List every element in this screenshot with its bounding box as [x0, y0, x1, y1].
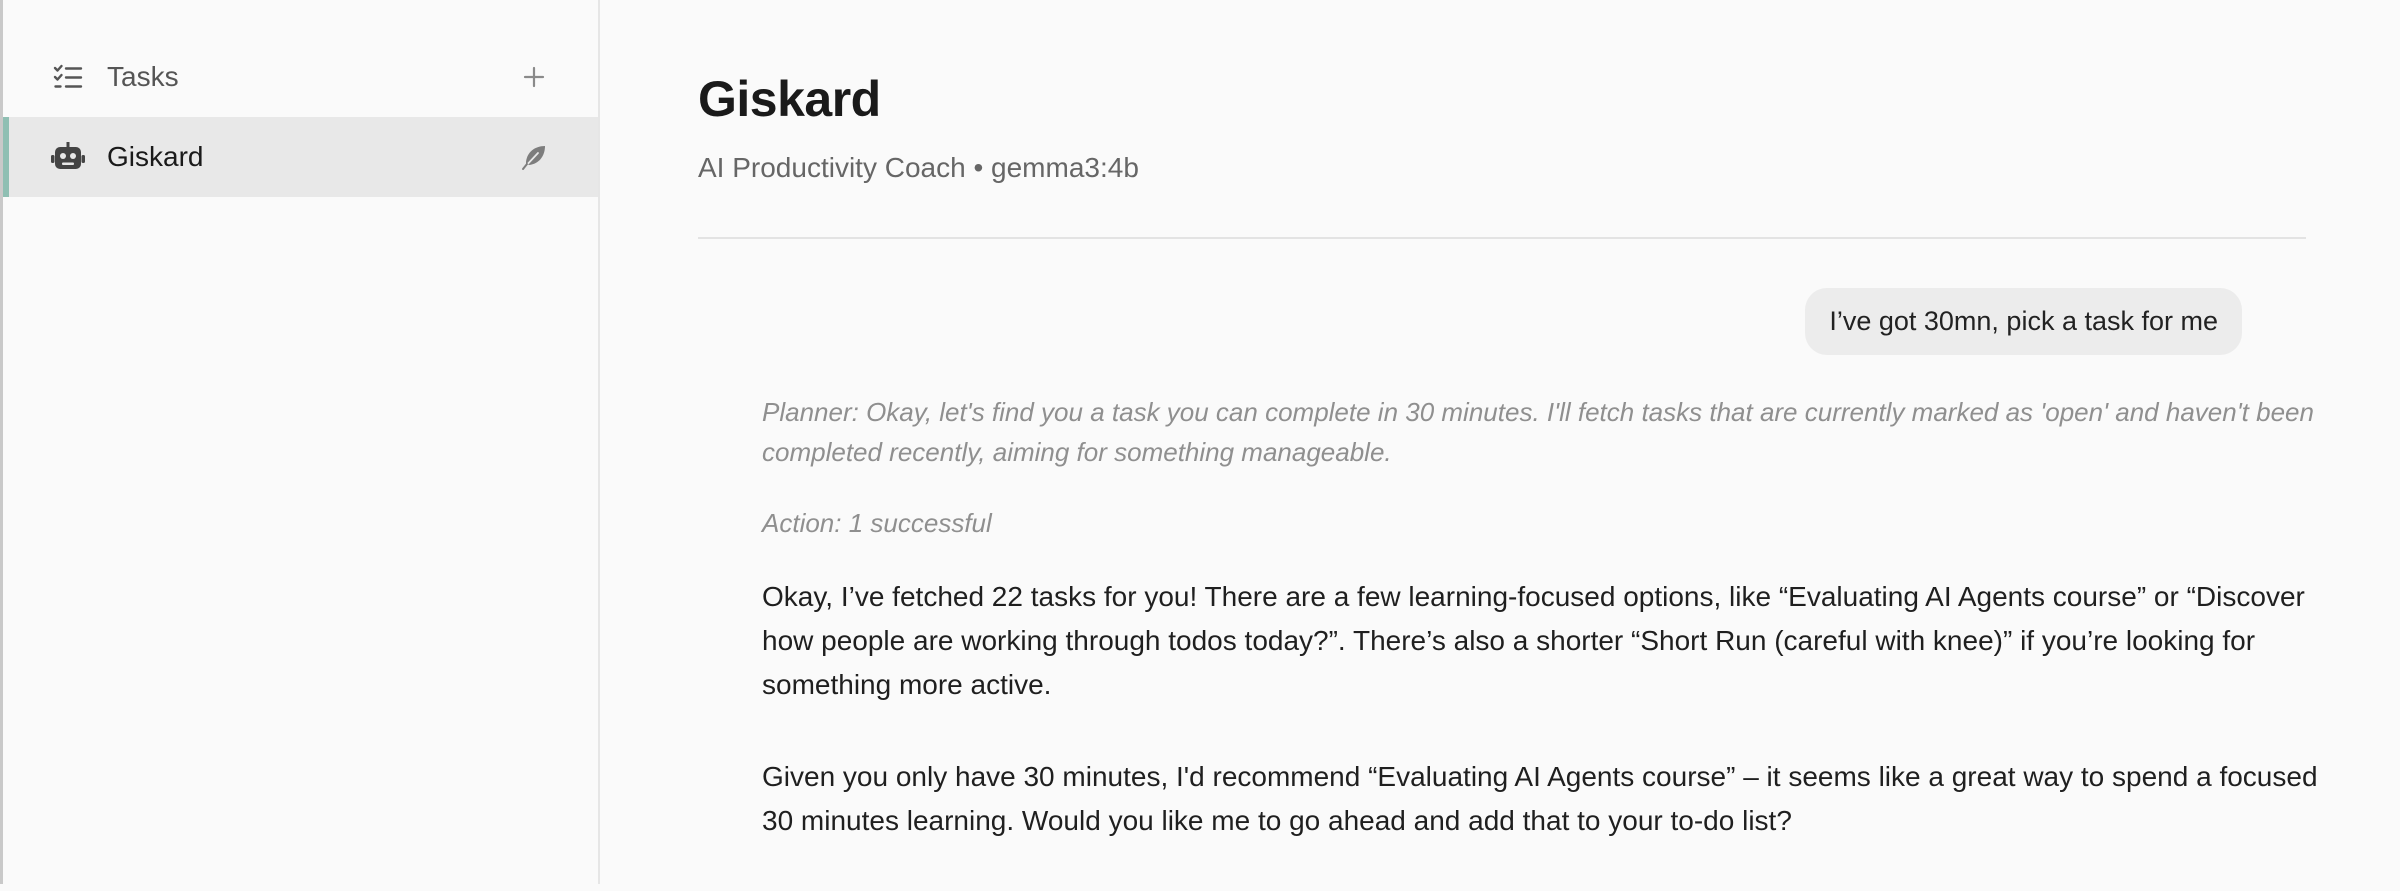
plus-icon[interactable] — [516, 59, 552, 95]
header-divider — [698, 237, 2306, 239]
sidebar-item-label: Giskard — [107, 141, 204, 172]
page-subtitle: AI Productivity Coach • gemma3:4b — [698, 152, 1139, 183]
feather-icon[interactable] — [516, 139, 552, 175]
reply-paragraph: Given you only have 30 minutes, I'd reco… — [762, 761, 2318, 836]
planner-message: Planner: Okay, let's find you a task you… — [762, 397, 2314, 467]
sidebar-item-giskard[interactable]: Giskard — [3, 117, 598, 197]
sidebar: Tasks Giskard — [0, 0, 600, 884]
sidebar-item-label: Tasks — [107, 61, 179, 92]
chat-panel: Giskard AI Productivity Coach • gemma3:4… — [600, 0, 2400, 884]
page-title: Giskard — [698, 71, 881, 127]
robot-icon — [50, 139, 86, 175]
assistant-reply: Okay, I’ve fetched 22 tasks for you! The… — [762, 575, 2322, 891]
sidebar-item-tasks[interactable]: Tasks — [3, 37, 598, 117]
checklist-icon — [50, 59, 86, 95]
reply-paragraph: Okay, I’ve fetched 22 tasks for you! The… — [762, 581, 2305, 700]
action-status: Action: 1 successful — [762, 508, 992, 538]
app-window: Tasks Giskard Giskard AI Productivity Co… — [0, 0, 2400, 884]
user-message-bubble: I’ve got 30mn, pick a task for me — [1805, 288, 2242, 355]
